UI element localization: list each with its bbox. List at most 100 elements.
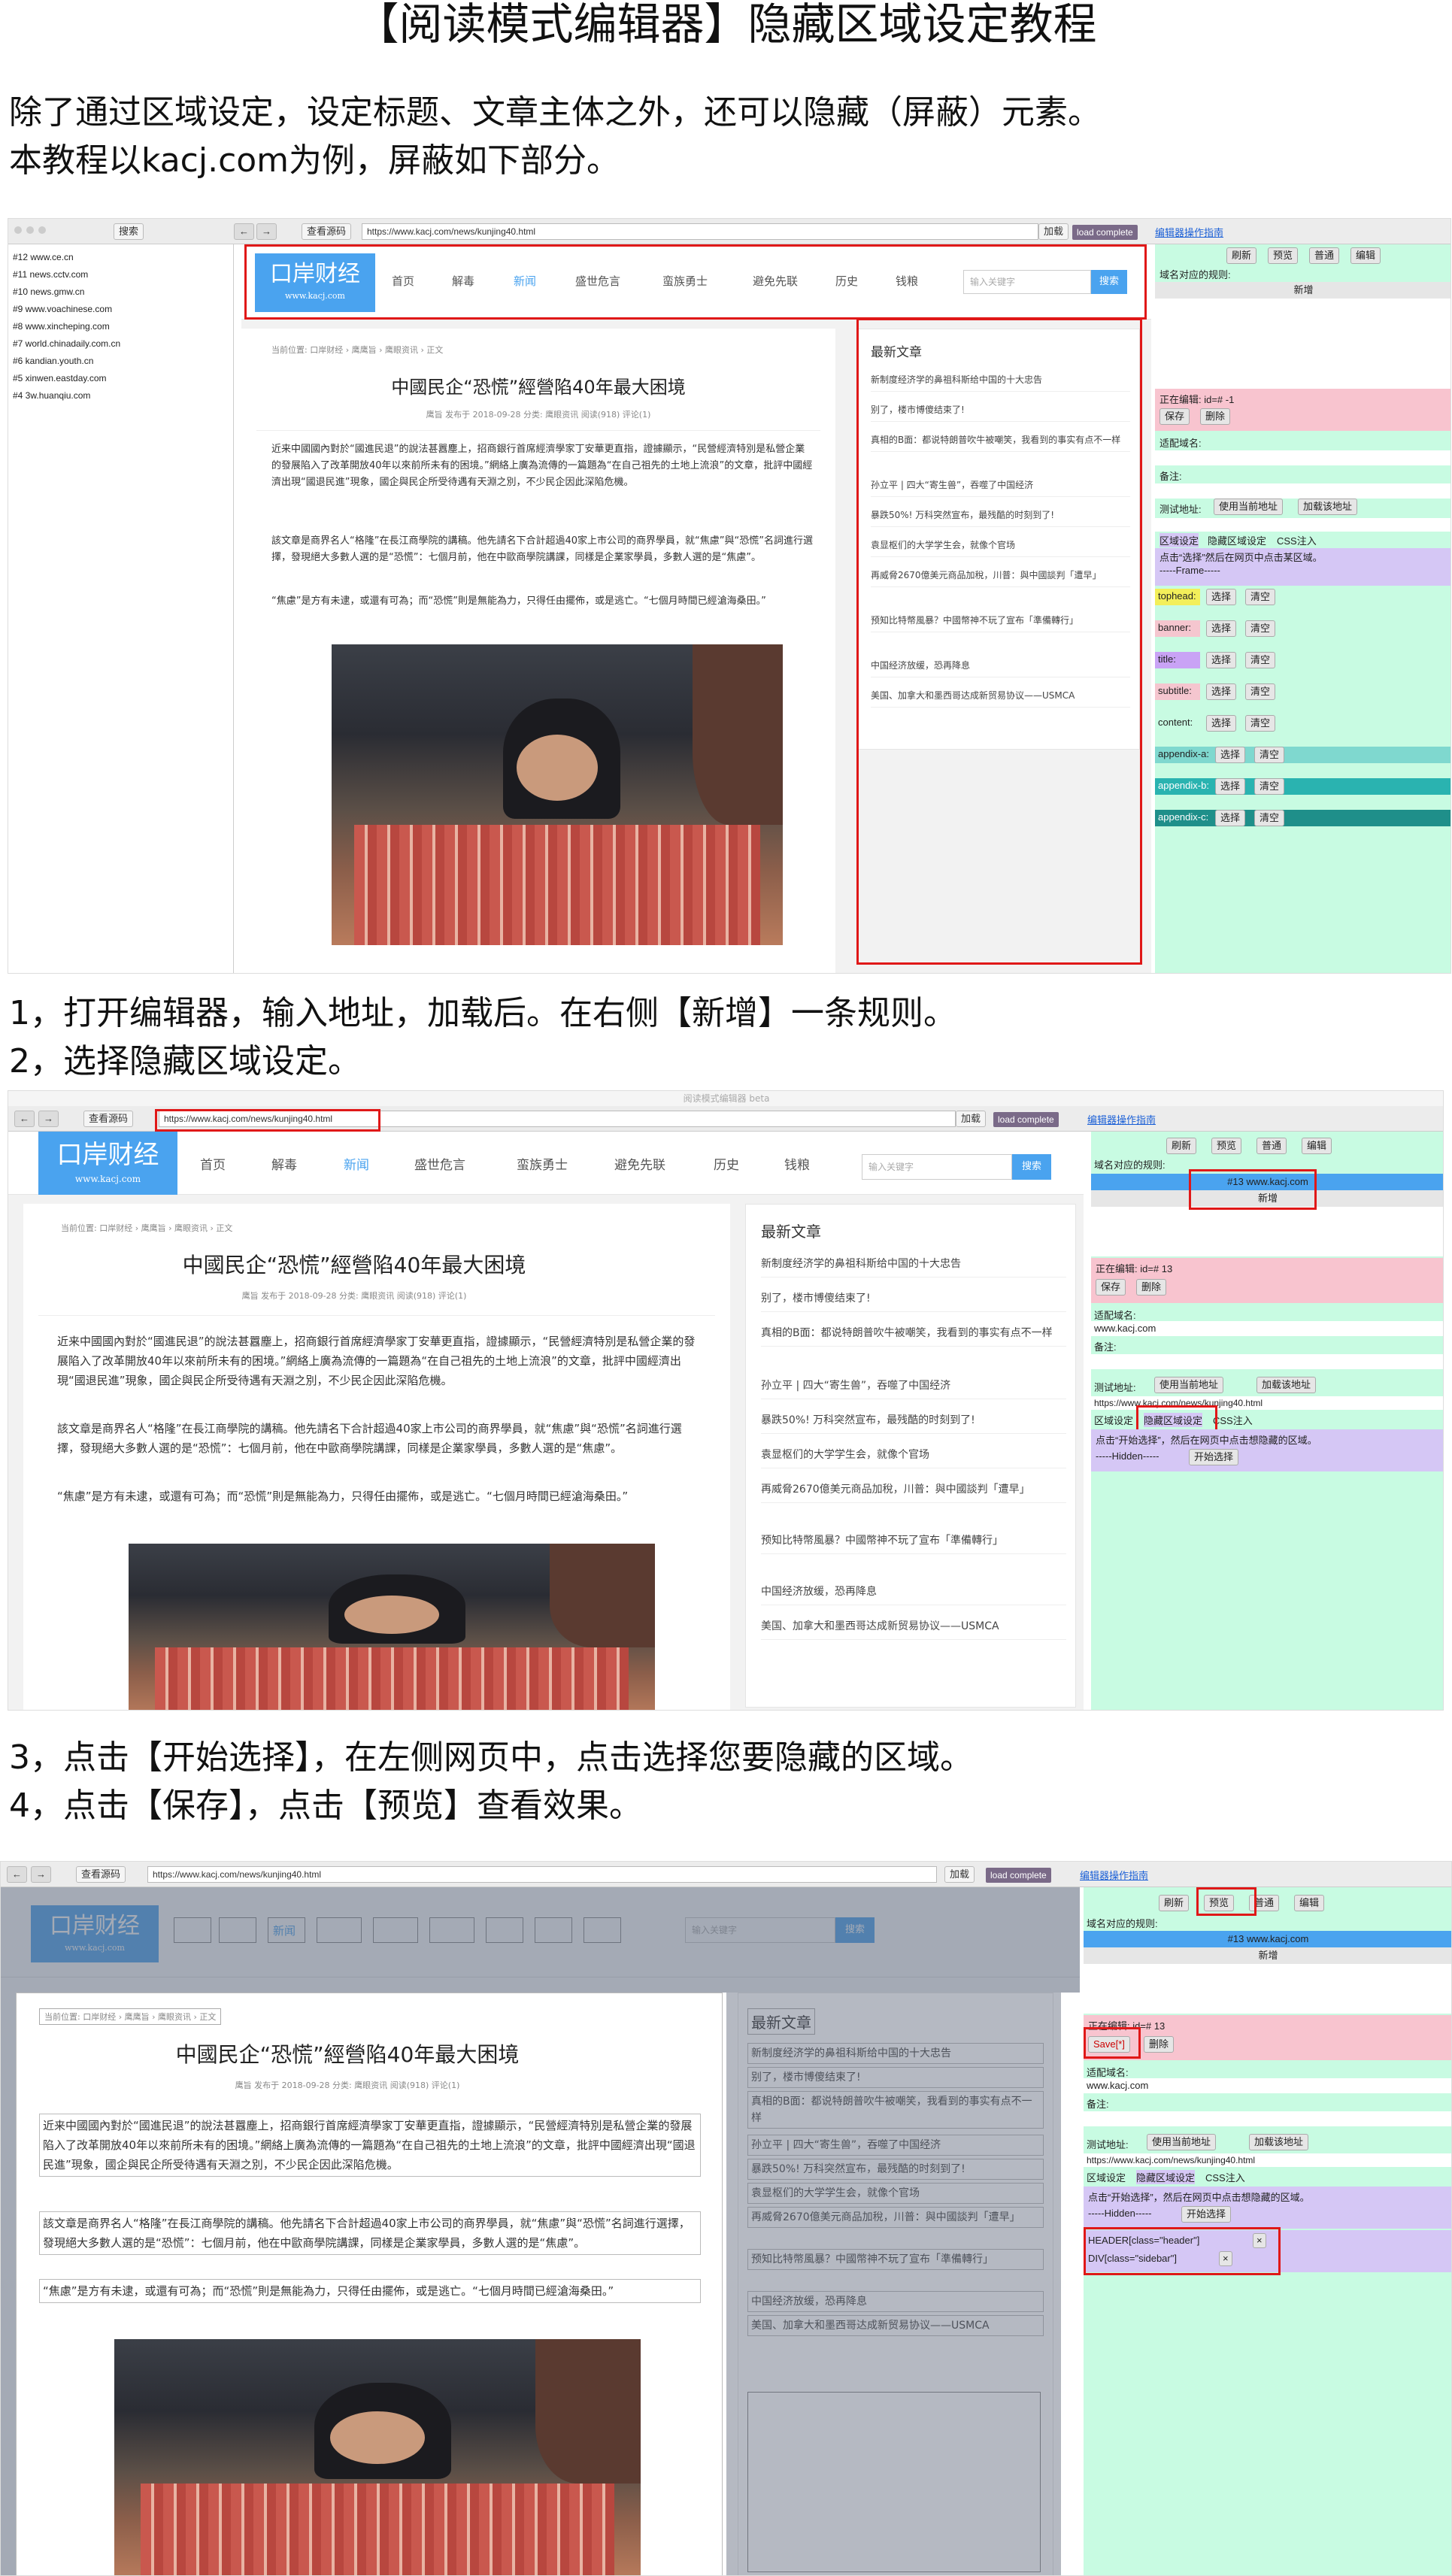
site-item[interactable]: #11 news.cctv.com (13, 269, 88, 280)
normal-button[interactable]: 普通 (1256, 1138, 1287, 1154)
nav-item[interactable]: 钱粮 (784, 1154, 810, 1173)
area-set-tab[interactable]: 区域设定 (1087, 2170, 1126, 2184)
use-current-button[interactable]: 使用当前地址 (1154, 1377, 1224, 1393)
select-button[interactable]: 选择 (1206, 652, 1237, 668)
remark-input[interactable] (1084, 2111, 1451, 2126)
sidebar-item[interactable]: 袁显枢们的大学学生会，就像个官场 (761, 1447, 1066, 1468)
site-item[interactable]: #12 www.ce.cn (13, 252, 74, 262)
preview-button[interactable]: 预览 (1211, 1138, 1242, 1154)
save-button[interactable]: 保存 (1159, 408, 1190, 425)
clear-button[interactable]: 清空 (1245, 589, 1276, 605)
delete-button[interactable]: 删除 (1136, 1279, 1167, 1296)
css-inject-tab[interactable]: CSS注入 (1213, 1413, 1253, 1427)
nav-item[interactable]: 盛世危言 (414, 1154, 465, 1173)
add-rule-button[interactable]: 新增 (1084, 1947, 1451, 1964)
nav-item[interactable]: 历史 (714, 1154, 739, 1173)
sidebar-item[interactable]: 新制度经济学的鼻祖科斯给中国的十大忠告 (761, 1256, 1066, 1277)
clear-button[interactable]: 清空 (1254, 747, 1285, 763)
nav-item[interactable]: 避免先联 (614, 1154, 665, 1173)
sidebar-item[interactable]: 预知比特幣風暴？中國幣神不玩了宣布「準備轉行」 (761, 1532, 1066, 1554)
site-search-input[interactable]: 输入关键字 (862, 1154, 1012, 1180)
site-item[interactable]: #5 xinwen.eastday.com (13, 373, 107, 383)
delete-button[interactable]: 删除 (1144, 2036, 1175, 2053)
match-input[interactable] (1155, 450, 1450, 465)
site-item[interactable]: #10 news.gmw.cn (13, 286, 84, 297)
clear-button[interactable]: 清空 (1245, 620, 1276, 637)
use-current-button[interactable]: 使用当前地址 (1214, 499, 1284, 515)
nav-item[interactable]: 蛮族勇士 (517, 1154, 568, 1173)
edit-button[interactable]: 编辑 (1302, 1138, 1332, 1154)
select-button[interactable]: 选择 (1215, 747, 1246, 763)
select-button[interactable]: 选择 (1206, 715, 1237, 732)
clear-button[interactable]: 清空 (1254, 810, 1285, 826)
guide-link[interactable]: 编辑器操作指南 (1155, 225, 1223, 239)
remark-input[interactable] (1155, 483, 1450, 499)
url-input[interactable]: https://www.kacj.com/news/kunjing40.html (147, 1866, 937, 1883)
view-source-button[interactable]: 查看源码 (83, 1111, 134, 1127)
use-current-button[interactable]: 使用当前地址 (1147, 2134, 1217, 2150)
view-source-button[interactable]: 查看源码 (76, 1866, 126, 1883)
refresh-button[interactable]: 刷新 (1226, 247, 1257, 264)
site-item[interactable]: #7 world.chinadaily.com.cn (13, 338, 120, 349)
remark-input[interactable] (1091, 1354, 1443, 1369)
clear-button[interactable]: 清空 (1245, 683, 1276, 700)
start-hint-box: 点击“开始选择”，然后在网页中点击想隐藏的区域。 -----Hidden----… (1084, 2187, 1451, 2229)
preview-button[interactable]: 预览 (1268, 247, 1299, 264)
load-button[interactable]: 加载 (956, 1111, 987, 1127)
load-this-button[interactable]: 加载该地址 (1256, 1377, 1317, 1393)
add-rule-button[interactable]: 新增 (1155, 282, 1450, 299)
edit-button[interactable]: 编辑 (1350, 247, 1381, 264)
hide-area-tab[interactable]: 隐藏区域设定 (1208, 533, 1266, 547)
load-button[interactable]: 加载 (1038, 223, 1069, 240)
view-source-button[interactable]: 查看源码 (302, 223, 352, 240)
guide-link[interactable]: 编辑器操作指南 (1087, 1112, 1156, 1126)
select-button[interactable]: 选择 (1215, 810, 1246, 826)
site-item[interactable]: #6 kandian.youth.cn (13, 356, 93, 366)
clear-button[interactable]: 清空 (1245, 715, 1276, 732)
load-this-button[interactable]: 加载该地址 (1298, 499, 1358, 515)
sidebar-item[interactable]: 暴跌50%! 万科突然宣布，最残酷的时刻到了! (761, 1412, 1066, 1434)
area-set-tab[interactable]: 区域设定 (1094, 1413, 1133, 1427)
clear-button[interactable]: 清空 (1245, 652, 1276, 668)
refresh-button[interactable]: 刷新 (1159, 1895, 1190, 1911)
select-button[interactable]: 选择 (1206, 683, 1237, 700)
load-this-button[interactable]: 加载该地址 (1249, 2134, 1309, 2150)
site-item[interactable]: #9 www.voachinese.com (13, 304, 112, 314)
test-url-input[interactable]: https://www.kacj.com/news/kunjing40.html (1084, 2153, 1451, 2167)
match-input[interactable]: www.kacj.com (1084, 2078, 1451, 2093)
match-input[interactable]: www.kacj.com (1091, 1321, 1443, 1336)
delete-button[interactable]: 删除 (1200, 408, 1231, 425)
sidebar-item[interactable]: 美国、加拿大和墨西哥达成新贸易协议——USMCA (761, 1618, 1066, 1640)
sidebar-item[interactable]: 中国经济放缓，恐再降息 (761, 1583, 1066, 1605)
rule-item[interactable]: #13 www.kacj.com (1084, 1931, 1451, 1947)
sidebar-item[interactable]: 别了，楼市博傻结束了! (761, 1290, 1066, 1312)
guide-link[interactable]: 编辑器操作指南 (1080, 1868, 1148, 1882)
save-button[interactable]: 保存 (1096, 1279, 1126, 1296)
select-button[interactable]: 选择 (1206, 620, 1237, 637)
css-inject-tab[interactable]: CSS注入 (1277, 533, 1317, 547)
nav-item[interactable]: 首页 (200, 1154, 226, 1173)
nav-item[interactable]: 解毒 (271, 1154, 297, 1173)
clear-button[interactable]: 清空 (1254, 778, 1285, 795)
start-select-button[interactable]: 开始选择 (1181, 2206, 1232, 2223)
search-button[interactable]: 搜索 (114, 223, 144, 240)
css-inject-tab[interactable]: CSS注入 (1205, 2170, 1245, 2184)
site-item[interactable]: #4 3w.huanqiu.com (13, 390, 90, 401)
hide-area-tab[interactable]: 隐藏区域设定 (1136, 2170, 1196, 2184)
select-button[interactable]: 选择 (1206, 589, 1237, 605)
sidebar-item[interactable]: 真相的B面：都说特朗普吹牛被嘲笑，我看到的事实有点不一样 (761, 1325, 1066, 1347)
sidebar-item[interactable]: 孙立平 | 四大“寄生兽”，吞噬了中国经济 (761, 1377, 1066, 1399)
nav-item-active[interactable]: 新闻 (344, 1154, 369, 1173)
select-button[interactable]: 选择 (1215, 778, 1246, 795)
site-search-button[interactable]: 搜索 (1012, 1154, 1051, 1180)
refresh-button[interactable]: 刷新 (1166, 1138, 1197, 1154)
area-set-tab[interactable]: 区域设定 (1159, 533, 1199, 547)
url-input[interactable]: https://www.kacj.com/news/kunjing40.html (362, 223, 1038, 240)
normal-button[interactable]: 普通 (1309, 247, 1340, 264)
load-button[interactable]: 加载 (944, 1866, 975, 1883)
start-select-button[interactable]: 开始选择 (1189, 1449, 1239, 1465)
edit-button[interactable]: 编辑 (1294, 1895, 1325, 1911)
test-url-input[interactable] (1155, 518, 1450, 532)
sidebar-item[interactable]: 再威脅2670億美元商品加稅，川普：與中國談判「遭早」 (761, 1481, 1066, 1503)
site-item[interactable]: #8 www.xincheping.com (13, 321, 110, 332)
